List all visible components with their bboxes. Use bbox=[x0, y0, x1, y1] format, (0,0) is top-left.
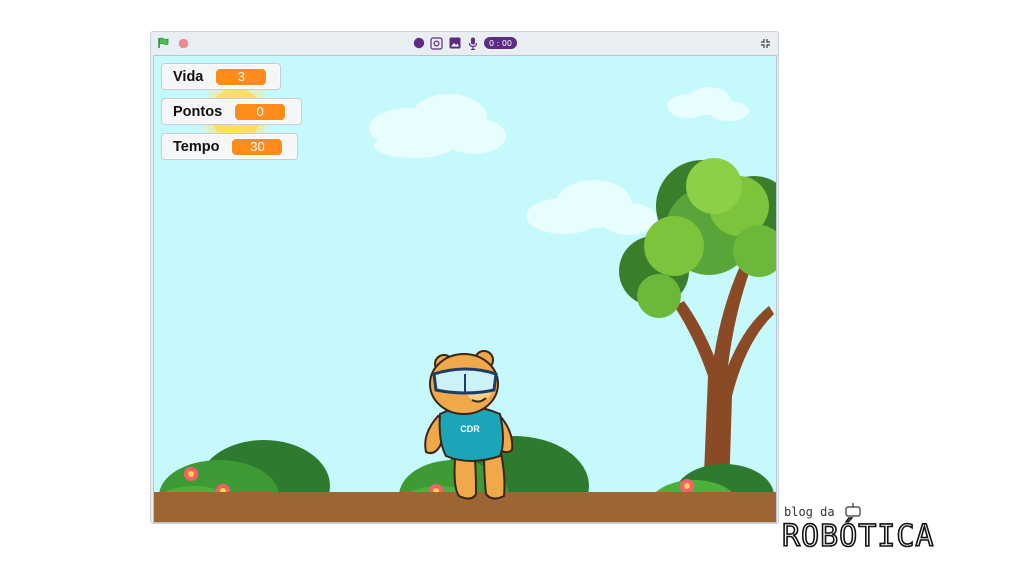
microphone-icon[interactable] bbox=[466, 36, 480, 50]
cloud bbox=[667, 87, 749, 121]
monitor-tempo[interactable]: Tempo 30 bbox=[161, 133, 298, 160]
stage-window: 0 : 00 CDR Vida 3 Pontos 0 Tempo 30 bbox=[150, 31, 779, 524]
timer-badge: 0 : 00 bbox=[483, 37, 518, 49]
stage-scene: CDR bbox=[154, 80, 776, 522]
green-flag-icon[interactable] bbox=[156, 36, 170, 50]
monitor-value: 0 bbox=[234, 102, 287, 121]
screenshot-icon[interactable] bbox=[430, 36, 444, 50]
monitor-label: Tempo bbox=[173, 138, 220, 155]
stage-canvas[interactable]: CDR Vida 3 Pontos 0 Tempo 30 bbox=[153, 55, 777, 523]
fullscreen-icon[interactable] bbox=[758, 36, 772, 50]
logo-bottom-text: ROBÓTICA bbox=[782, 517, 935, 552]
record-icon[interactable] bbox=[412, 36, 426, 50]
cloud bbox=[526, 180, 657, 235]
monitor-label: Pontos bbox=[173, 103, 223, 120]
stage-toolbar: 0 : 00 bbox=[151, 32, 778, 54]
stop-icon[interactable] bbox=[176, 36, 190, 50]
logo-top-text: blog da bbox=[784, 505, 835, 519]
cloud bbox=[369, 94, 506, 158]
blog-da-robotica-logo: blog da ROBÓTICA bbox=[781, 503, 935, 552]
monitor-pontos[interactable]: Pontos 0 bbox=[161, 98, 302, 125]
monitor-label: Vida bbox=[173, 68, 204, 85]
robot-head-icon bbox=[845, 503, 861, 517]
monitor-vida[interactable]: Vida 3 bbox=[161, 63, 281, 90]
image-icon[interactable] bbox=[448, 36, 462, 50]
sprite-shirt-label: CDR bbox=[460, 424, 480, 434]
monitor-value: 30 bbox=[231, 137, 284, 156]
monitor-value: 3 bbox=[215, 67, 268, 86]
